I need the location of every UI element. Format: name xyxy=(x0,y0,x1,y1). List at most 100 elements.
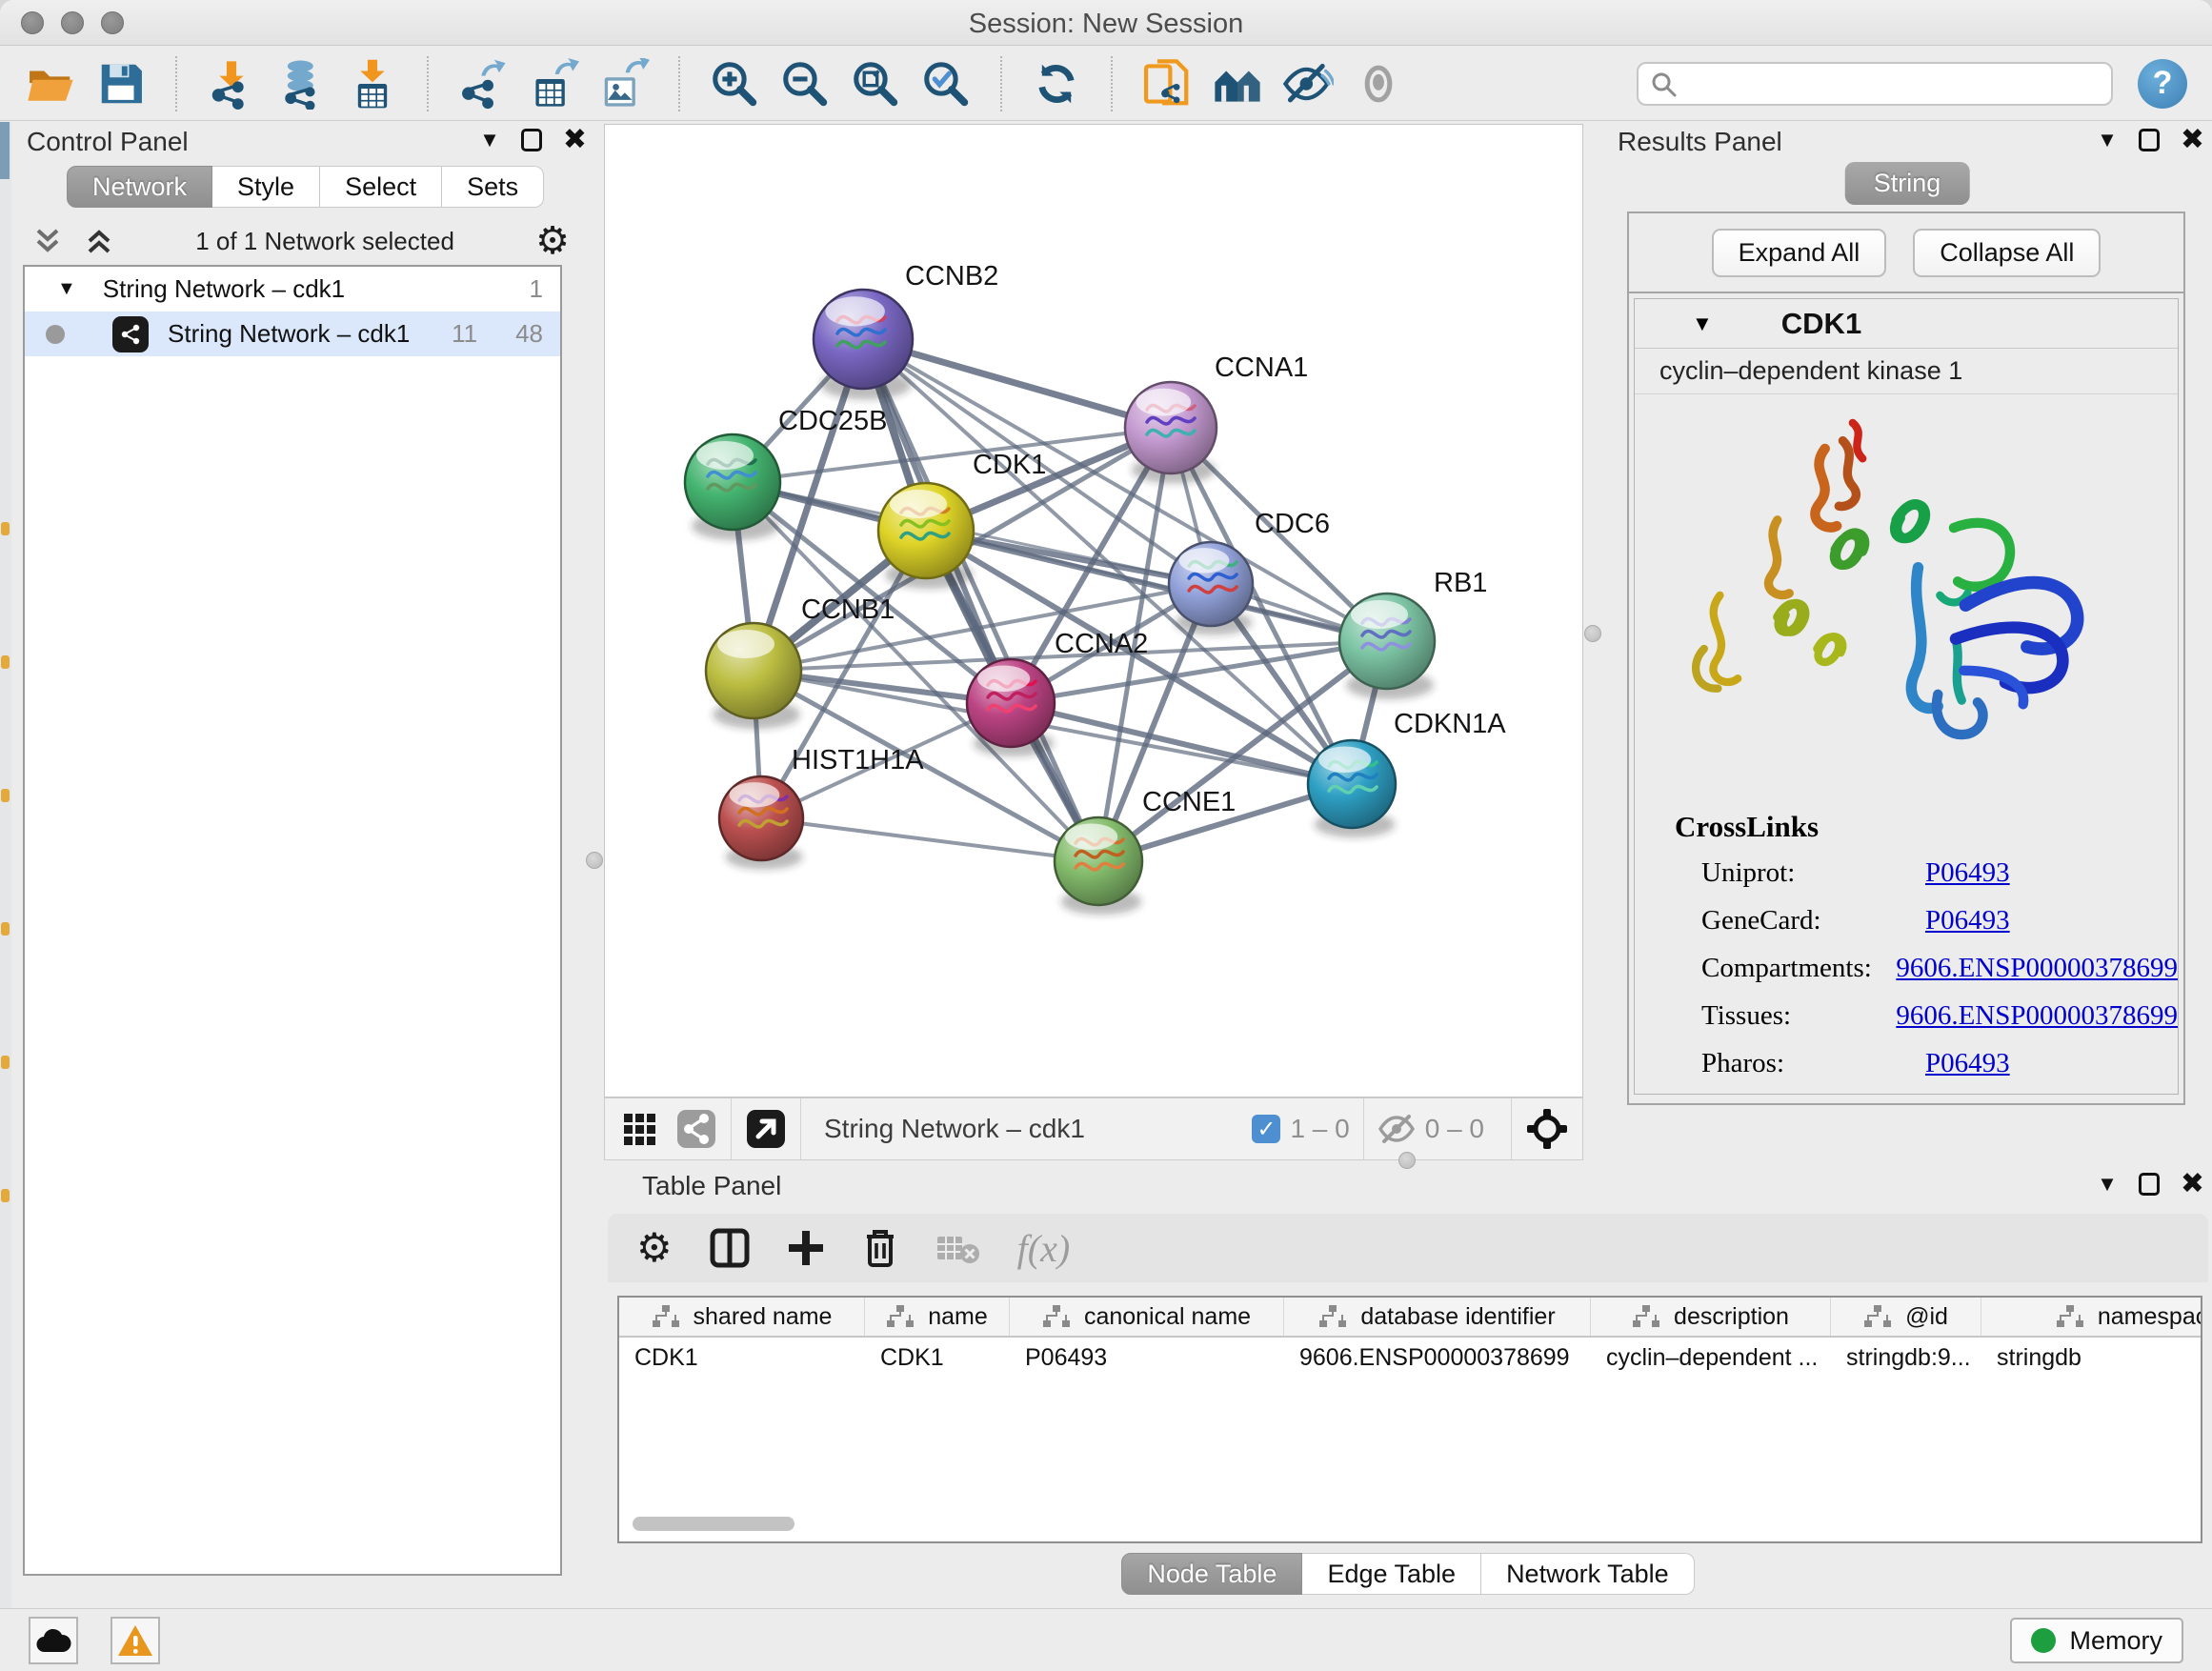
collection-expander-icon[interactable]: ▼ xyxy=(57,278,76,300)
protein-expander-icon[interactable]: ▼ xyxy=(1692,312,1713,336)
expand-all-icon[interactable] xyxy=(84,227,114,255)
column-header-database-identifier[interactable]: database identifier xyxy=(1284,1298,1591,1336)
selected-checkbox-icon[interactable]: ✓ xyxy=(1252,1115,1280,1143)
tab-network-table[interactable]: Network Table xyxy=(1481,1553,1695,1595)
refresh-icon[interactable] xyxy=(1029,56,1084,111)
open-session-icon[interactable] xyxy=(23,56,78,111)
help-button[interactable]: ? xyxy=(2138,59,2187,109)
crosslink-link[interactable]: P06493 xyxy=(1925,905,2010,936)
string-view-icon[interactable] xyxy=(675,1108,717,1150)
search-input[interactable] xyxy=(1637,62,2113,106)
column-header--id[interactable]: @id xyxy=(1831,1298,1981,1336)
left-splitter-handle[interactable] xyxy=(586,852,603,869)
clone-network-icon[interactable] xyxy=(1139,56,1195,111)
warnings-button[interactable] xyxy=(111,1617,160,1664)
tab-edge-table[interactable]: Edge Table xyxy=(1302,1553,1481,1595)
tab-select[interactable]: Select xyxy=(320,166,442,208)
expand-all-button[interactable]: Expand All xyxy=(1712,229,1887,277)
navigator-crosshair-icon[interactable] xyxy=(1525,1107,1569,1151)
panel-close-icon[interactable]: ✖ xyxy=(2181,1170,2204,1198)
panel-float-icon[interactable] xyxy=(521,129,542,151)
zoom-selected-icon[interactable] xyxy=(918,56,974,111)
graph-node-ccna1[interactable]: CCNA1 xyxy=(1125,352,1308,484)
crosslink-link[interactable]: 9606.ENSP00000378699 xyxy=(1896,1000,2178,1032)
network-graph[interactable]: CCNB2CCNA1CDC25BCDK1CDC6RB1CCNB1CCNA2CDK… xyxy=(605,125,1582,1097)
string-network-icon xyxy=(112,316,149,352)
tab-style[interactable]: Style xyxy=(212,166,320,208)
zoom-in-icon[interactable] xyxy=(707,56,762,111)
network-node-count: 11 xyxy=(452,319,477,349)
zoom-fit-icon[interactable] xyxy=(848,56,903,111)
tab-network[interactable]: Network xyxy=(67,166,212,208)
graph-node-ccne1[interactable]: CCNE1 xyxy=(1055,787,1236,915)
panel-float-icon[interactable] xyxy=(2139,1173,2160,1196)
crosslink-link[interactable]: P06493 xyxy=(1925,1048,2010,1079)
network-row[interactable]: String Network – cdk1 11 48 xyxy=(25,312,560,356)
graph-node-ccnb1[interactable]: CCNB1 xyxy=(706,594,895,729)
network-canvas[interactable]: CCNB2CCNA1CDC25BCDK1CDC6RB1CCNB1CCNA2CDK… xyxy=(604,124,1583,1097)
collapse-all-icon[interactable] xyxy=(32,227,63,255)
delete-table-icon[interactable] xyxy=(935,1229,981,1267)
control-panel-tabs: Network Style Select Sets xyxy=(67,166,544,208)
open-in-browser-icon[interactable] xyxy=(745,1108,787,1150)
graph-edge[interactable] xyxy=(863,339,1098,861)
grid-view-icon[interactable] xyxy=(620,1110,658,1148)
graph-node-cdc25b[interactable]: CDC25B xyxy=(685,406,887,540)
column-header-canonical-name[interactable]: canonical name xyxy=(1010,1298,1284,1336)
graph-edge[interactable] xyxy=(761,818,1098,861)
app-window: Session: New Session xyxy=(0,0,2212,1671)
column-header-namespace[interactable]: namespace xyxy=(1981,1298,2202,1336)
function-builder-icon[interactable]: f(x) xyxy=(1017,1226,1071,1271)
zoom-out-icon[interactable] xyxy=(777,56,833,111)
hidden-eye-icon xyxy=(1377,1113,1416,1145)
panel-close-icon[interactable]: ✖ xyxy=(563,126,587,154)
graph-node-label: CCNA1 xyxy=(1215,352,1308,383)
crosslink-link[interactable]: P06493 xyxy=(1925,857,2010,889)
table-cell: CDK1 xyxy=(865,1338,1010,1378)
table-cell: P06493 xyxy=(1010,1338,1284,1378)
create-column-icon[interactable] xyxy=(787,1229,825,1267)
graph-node-hist1h1a[interactable]: HIST1H1A xyxy=(719,745,924,870)
show-columns-icon[interactable] xyxy=(709,1227,751,1269)
bottom-splitter-handle[interactable] xyxy=(1398,1152,1416,1169)
control-panel-title: Control Panel xyxy=(27,127,189,157)
panel-menu-icon[interactable]: ▼ xyxy=(2097,128,2118,152)
graph-node-ccnb2[interactable]: CCNB2 xyxy=(814,261,998,399)
table-row[interactable]: CDK1CDK1P064939606.ENSP00000378699cyclin… xyxy=(619,1338,2201,1378)
tab-string[interactable]: String xyxy=(1845,162,1970,205)
right-splitter-handle[interactable] xyxy=(1584,625,1601,642)
tab-sets[interactable]: Sets xyxy=(442,166,544,208)
graph-node-cdkn1a[interactable]: CDKN1A xyxy=(1308,709,1506,837)
export-table-icon[interactable] xyxy=(526,56,581,111)
node-table[interactable]: shared namenamecanonical namedatabase id… xyxy=(617,1296,2202,1543)
column-header-shared-name[interactable]: shared name xyxy=(619,1298,865,1336)
show-hidden-icon[interactable] xyxy=(1351,56,1406,111)
panel-float-icon[interactable] xyxy=(2139,129,2160,151)
network-collection-row[interactable]: ▼ String Network – cdk1 1 xyxy=(25,267,560,312)
protein-card-header[interactable]: ▼ CDK1 xyxy=(1635,299,2178,349)
panel-close-icon[interactable]: ✖ xyxy=(2181,126,2204,154)
table-options-gear-icon[interactable]: ⚙ xyxy=(636,1228,673,1268)
export-image-icon[interactable] xyxy=(596,56,652,111)
column-header-name[interactable]: name xyxy=(865,1298,1010,1336)
import-network-database-icon[interactable] xyxy=(274,56,330,111)
memory-button[interactable]: Memory xyxy=(2010,1618,2183,1663)
collapse-all-button[interactable]: Collapse All xyxy=(1913,229,2101,277)
show-all-faces-icon[interactable] xyxy=(1210,56,1265,111)
tab-node-table[interactable]: Node Table xyxy=(1121,1553,1302,1595)
panel-menu-icon[interactable]: ▼ xyxy=(479,128,500,152)
import-network-file-icon[interactable] xyxy=(204,56,259,111)
network-options-gear-icon[interactable]: ⚙ xyxy=(535,222,570,260)
column-header-description[interactable]: description xyxy=(1591,1298,1831,1336)
cloud-status-button[interactable] xyxy=(29,1617,78,1664)
export-network-icon[interactable] xyxy=(455,56,511,111)
save-session-icon[interactable] xyxy=(93,56,149,111)
graph-node-rb1[interactable]: RB1 xyxy=(1339,568,1487,699)
delete-column-icon[interactable] xyxy=(861,1227,899,1269)
import-table-file-icon[interactable] xyxy=(345,56,400,111)
panel-menu-icon[interactable]: ▼ xyxy=(2097,1172,2118,1197)
hide-selected-icon[interactable] xyxy=(1280,56,1336,111)
table-horizontal-scrollbar[interactable] xyxy=(633,1517,794,1531)
crosslink-link[interactable]: 9606.ENSP00000378699 xyxy=(1896,953,2178,984)
table-tabs: Node Table Edge Table Network Table xyxy=(604,1553,2212,1595)
